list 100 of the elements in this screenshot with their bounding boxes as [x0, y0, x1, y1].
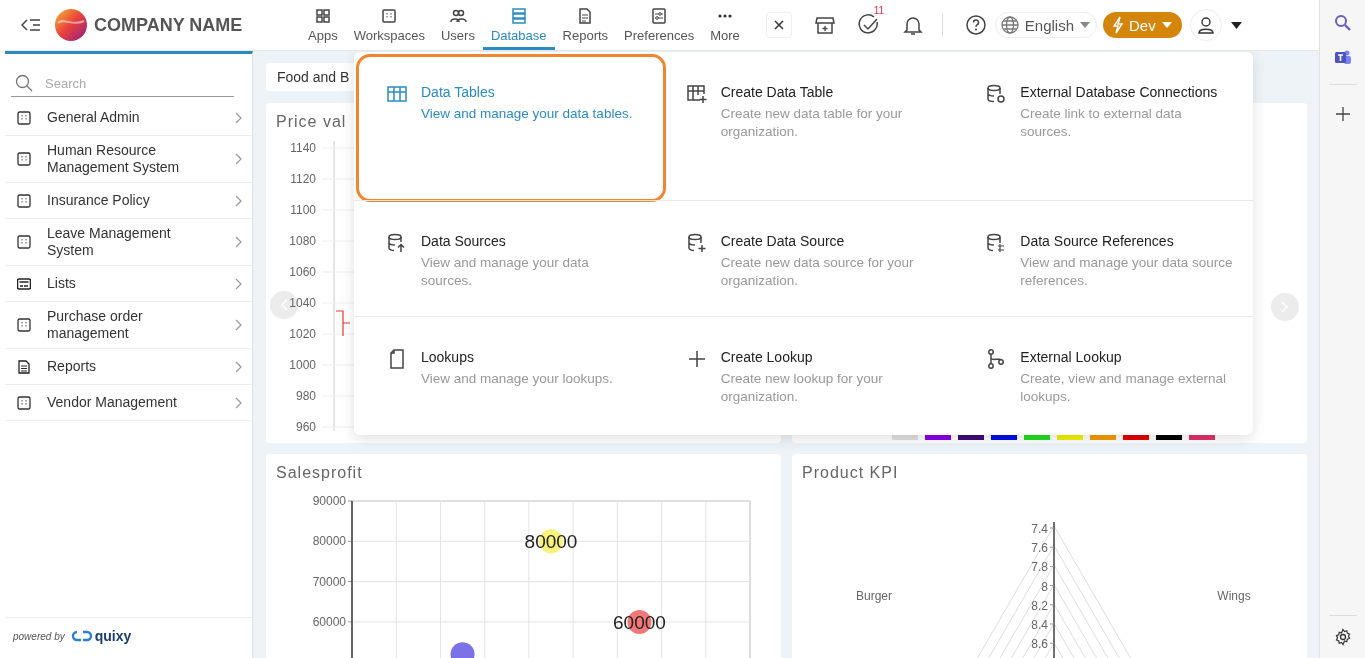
chevron-right-icon [235, 153, 242, 165]
menu-item-title: External Database Connections [1020, 83, 1219, 102]
menu-item-title: Data Source References [1020, 232, 1175, 251]
chevron-right-icon [235, 111, 242, 124]
menu-item-description: View and manage your data source references. [1020, 254, 1233, 290]
workspace-icon [17, 235, 31, 249]
chat-app-icon[interactable] [1333, 49, 1352, 67]
store-icon[interactable] [813, 14, 836, 36]
menu-item[interactable]: Create Data Table Create new data table for your organization. [653, 52, 954, 200]
nav-tab[interactable]: Preferences [616, 0, 703, 50]
axis-label: 60000 [312, 614, 346, 629]
logo-icon [55, 9, 87, 41]
grid-icon[interactable] [313, 7, 332, 25]
menu-item-title: Create Data Table [720, 83, 835, 102]
chart-title: Price val [276, 113, 347, 131]
workspace-icon[interactable] [380, 7, 399, 25]
axis-label: 70000 [312, 574, 346, 589]
settings-icon[interactable] [1333, 628, 1352, 646]
menu-item-title: Create Lookup [720, 348, 814, 367]
menu-item[interactable]: External Database Connections Create link to external data sources. [953, 52, 1253, 200]
axis-label: Burger [856, 589, 892, 603]
axis-label: 1000 [289, 358, 316, 372]
menu-item-title: Data Sources [421, 232, 507, 251]
notification-count: 11 [873, 5, 885, 16]
axis-label: 8.4 [1031, 618, 1048, 632]
axis-label: 7.6 [1031, 541, 1048, 556]
workspace-icon [17, 395, 31, 410]
axis-label: 7.4 [1031, 522, 1048, 536]
notification-bell-icon[interactable] [901, 14, 924, 36]
close-button[interactable] [765, 12, 792, 38]
menu-item-description: Create link to external data sources. [1020, 105, 1183, 141]
axis-label: 8.2 [1031, 598, 1048, 613]
help-icon[interactable] [964, 14, 987, 36]
search-icon [15, 74, 33, 92]
user-icon [1195, 15, 1216, 35]
menu-item[interactable]: Create Lookup Create new lookup for your organization. [653, 316, 954, 436]
chart-title: Product KPI [802, 464, 899, 482]
table-add-icon [685, 83, 708, 105]
chevron-right-icon [235, 194, 242, 207]
database-link-icon [985, 83, 1008, 105]
chevron-right-icon [235, 396, 242, 409]
nav-tab[interactable]: Workspaces [345, 0, 433, 50]
workspace-icon [17, 110, 31, 125]
close-icon [772, 19, 785, 31]
axis-label: 1040 [289, 296, 316, 310]
menu-item-title: Lookups [421, 348, 475, 367]
menu-item-description: View and manage your data sources. [421, 254, 590, 290]
chart-title: Salesprofit [276, 464, 363, 482]
users-icon[interactable] [448, 7, 467, 25]
workspace-icon [17, 193, 31, 208]
brand-logo-icon [70, 630, 93, 642]
menu-item[interactable]: Data Source References View and manage your data source references. [953, 200, 1253, 316]
menu-item-description: Create new data source for your organization. [720, 254, 915, 290]
data-label: 60000 [613, 611, 666, 633]
nav-tab[interactable]: Reports [554, 0, 617, 50]
data-label: 80000 [524, 531, 578, 553]
menu-item[interactable]: Data Sources View and manage your data sources. [354, 200, 654, 316]
axis-label: 1100 [290, 203, 316, 217]
collapse-menu-icon[interactable] [21, 17, 41, 33]
workspace-icon [17, 318, 31, 332]
axis-label: 8 [1041, 579, 1048, 594]
document-icon [17, 359, 31, 374]
task-check-icon[interactable] [857, 14, 880, 36]
search-icon[interactable] [1333, 14, 1352, 32]
axis-label: 7.8 [1031, 560, 1048, 575]
axis-label: 1140 [290, 141, 316, 155]
caret-icon[interactable] [1230, 21, 1242, 29]
list-icon [17, 276, 31, 291]
menu-item[interactable]: Create Data Source Create new data source for your organization. [653, 200, 954, 316]
candlestick [335, 310, 351, 337]
language-dropdown[interactable]: English [994, 12, 1097, 38]
company-name: COMPANY NAME [94, 14, 243, 36]
menu-item-title: External Lookup [1020, 348, 1123, 367]
axis-label: 980 [295, 389, 316, 403]
nav-tab[interactable]: Apps [300, 0, 346, 50]
search-field[interactable]: Search [43, 74, 217, 92]
lightning-icon [1111, 16, 1125, 34]
nav-tab[interactable]: More [702, 0, 748, 50]
brand-name: quixy [94, 628, 132, 644]
database-icon[interactable] [509, 7, 528, 25]
menu-item[interactable]: Lookups View and manage your lookups. [354, 316, 654, 436]
nav-tab[interactable]: Users [432, 0, 483, 50]
axis-label: 960 [295, 420, 316, 431]
axis-label: Wings [1217, 589, 1251, 603]
menu-item-title: Create Data Source [720, 232, 846, 251]
user-avatar-button[interactable] [1189, 9, 1222, 41]
axis-label: 1020 [289, 327, 316, 341]
table-icon [386, 83, 408, 105]
workspace-icon [17, 152, 31, 166]
menu-item[interactable]: External Lookup Create, view and manage external lookups. [953, 316, 1253, 436]
chevron-right-icon [235, 236, 242, 248]
menu-item-description: View and manage your data tables. [421, 105, 633, 123]
sliders-icon[interactable] [650, 7, 669, 25]
menu-item-description: View and manage your lookups. [421, 370, 613, 388]
axis-label: 1120 [290, 172, 316, 186]
axis-label: 80000 [312, 534, 346, 549]
add-icon[interactable] [1333, 105, 1352, 123]
axis-label: 1080 [289, 234, 316, 248]
menu-item-description: Create new data table for your organization. [720, 105, 904, 141]
menu-item-title: Data Tables [421, 83, 496, 102]
